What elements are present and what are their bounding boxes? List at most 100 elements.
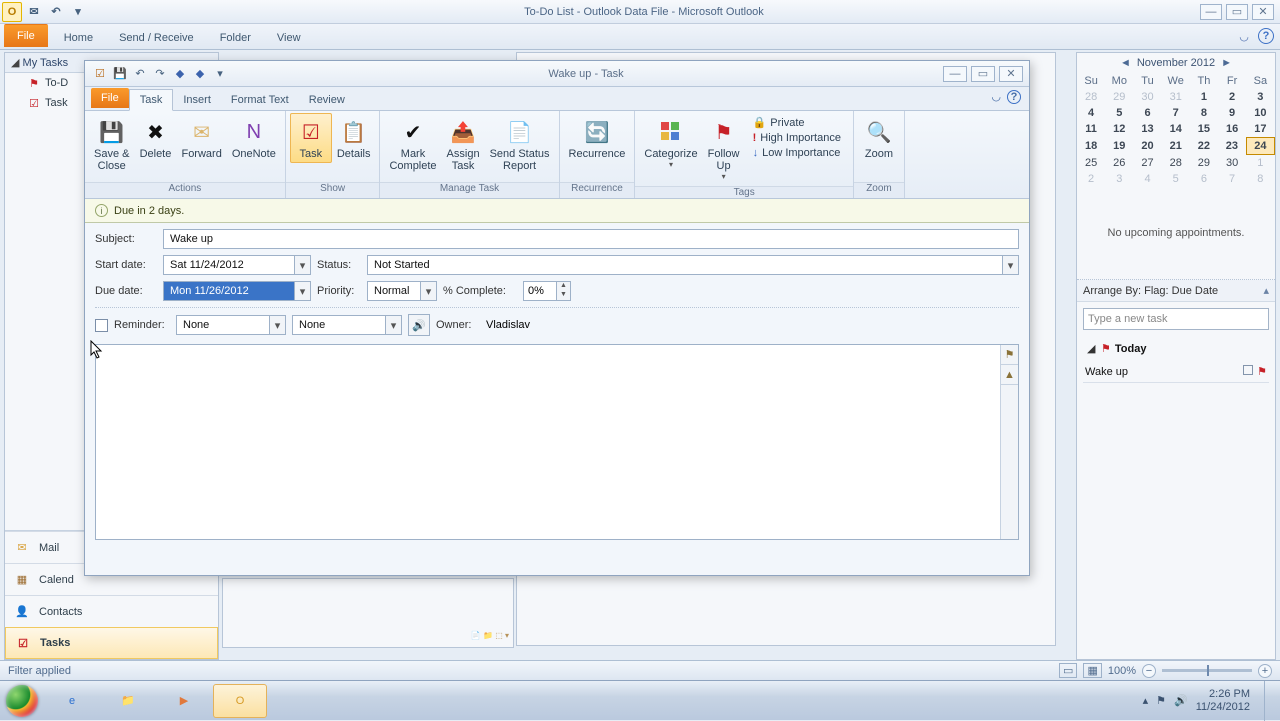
- qat-dropdown-icon[interactable]: ▾: [68, 2, 88, 22]
- prev-month-icon[interactable]: ◄: [1120, 57, 1131, 69]
- task-qat: ☑ 💾 ↶ ↷ ◆ ◆ ▾: [85, 65, 229, 83]
- pct-complete-spinner[interactable]: 0%▲▼: [523, 281, 571, 301]
- taskbar-ie[interactable]: e: [45, 684, 99, 718]
- delete-button[interactable]: ✖Delete: [134, 113, 176, 163]
- qat-dropdown-icon[interactable]: ▾: [211, 65, 229, 83]
- task-tab-file[interactable]: File: [91, 88, 129, 108]
- arrange-by[interactable]: Arrange By: Flag: Due Date ▴: [1077, 280, 1275, 302]
- save-icon[interactable]: 💾: [111, 65, 129, 83]
- status-report-icon: 📄: [504, 116, 536, 148]
- tab-send-receive[interactable]: Send / Receive: [106, 26, 207, 49]
- start-date-combo[interactable]: Sat 11/24/2012▾: [163, 255, 311, 275]
- help-icon[interactable]: ?: [1258, 28, 1274, 44]
- close-icon[interactable]: ✕: [1252, 4, 1274, 20]
- priority-combo[interactable]: Normal▾: [367, 281, 437, 301]
- calendar-month: November 2012: [1137, 57, 1215, 69]
- taskbar-explorer[interactable]: 📁: [101, 684, 155, 718]
- details-icon: 📋: [338, 116, 370, 148]
- filter-status: Filter applied: [8, 665, 71, 677]
- folder-tasks[interactable]: ☑Tasks: [5, 627, 218, 659]
- task-tab-insert[interactable]: Insert: [173, 90, 221, 110]
- collapse-icon: ▴: [1263, 284, 1269, 297]
- task-list-item[interactable]: Wake up ⚑: [1083, 361, 1269, 383]
- onenote-button[interactable]: NOneNote: [227, 113, 281, 163]
- maximize-icon[interactable]: ▭: [1226, 4, 1248, 20]
- show-desktop-button[interactable]: [1264, 681, 1274, 721]
- appointments-empty: No upcoming appointments.: [1077, 187, 1275, 280]
- ie-icon: e: [69, 695, 75, 707]
- task-body-editor[interactable]: ⚑ ▲: [95, 344, 1019, 540]
- folder-contacts[interactable]: 👤Contacts: [5, 595, 218, 627]
- outlook-icon[interactable]: O: [2, 2, 22, 22]
- due-date-combo[interactable]: Mon 11/26/2012▾: [163, 281, 311, 301]
- status-bar: Filter applied ▭ ▦ 100% − +: [0, 660, 1280, 680]
- mark-complete-button[interactable]: ✔Mark Complete: [384, 113, 441, 175]
- tray-expand-icon[interactable]: ▴: [1143, 694, 1149, 707]
- taskbar-outlook[interactable]: O: [213, 684, 267, 718]
- pane-toolbar: 📄 📁 ⬚ ▾: [223, 579, 513, 642]
- scroll-up-icon: ▲: [1001, 365, 1018, 385]
- redo-icon[interactable]: ↷: [151, 65, 169, 83]
- forward-button[interactable]: ✉Forward: [176, 113, 226, 163]
- undo-icon[interactable]: ↶: [131, 65, 149, 83]
- recurrence-icon: 🔄: [581, 116, 613, 148]
- minimize-icon[interactable]: —: [943, 66, 967, 82]
- save-close-button[interactable]: 💾Save & Close: [89, 113, 134, 175]
- reminder-checkbox[interactable]: [95, 319, 108, 332]
- view-reading-icon[interactable]: ▦: [1083, 663, 1101, 678]
- high-importance-button[interactable]: !High Importance: [749, 131, 845, 145]
- clock[interactable]: 2:26 PM11/24/2012: [1196, 688, 1250, 712]
- task-ribbon: 💾Save & Close ✖Delete ✉Forward NOneNote …: [85, 111, 1029, 199]
- new-task-input[interactable]: Type a new task: [1083, 308, 1269, 330]
- maximize-icon[interactable]: ▭: [971, 66, 995, 82]
- undo-icon[interactable]: ↶: [46, 2, 66, 22]
- prev-item-icon[interactable]: ◆: [171, 65, 189, 83]
- help-icon[interactable]: ?: [1007, 90, 1021, 104]
- zoom-slider[interactable]: [1162, 669, 1252, 672]
- reminder-sound-button[interactable]: 🔊: [408, 314, 430, 336]
- task-window-titlebar: ☑ 💾 ↶ ↷ ◆ ◆ ▾ Wake up - Task — ▭ ✕: [85, 61, 1029, 87]
- show-task-button[interactable]: ☑Task: [290, 113, 332, 163]
- zoom-value[interactable]: 100%: [1108, 665, 1136, 677]
- start-button[interactable]: [0, 681, 44, 721]
- follow-up-button[interactable]: ⚑Follow Up▾: [703, 113, 745, 184]
- close-icon[interactable]: ✕: [999, 66, 1023, 82]
- categorize-button[interactable]: Categorize▾: [639, 113, 702, 172]
- show-details-button[interactable]: 📋Details: [332, 113, 376, 163]
- task-tab-review[interactable]: Review: [299, 90, 355, 110]
- minimize-icon[interactable]: —: [1200, 4, 1222, 20]
- tab-file[interactable]: File: [4, 24, 48, 47]
- reminder-date-combo[interactable]: None▾: [176, 315, 286, 335]
- volume-icon[interactable]: 🔊: [1174, 694, 1188, 707]
- task-tab-task[interactable]: Task: [129, 89, 174, 111]
- send-receive-qat-icon[interactable]: ✉: [24, 2, 44, 22]
- tab-home[interactable]: Home: [51, 26, 106, 49]
- body-scrollbar[interactable]: ⚑ ▲: [1000, 345, 1018, 539]
- next-month-icon[interactable]: ►: [1221, 57, 1232, 69]
- windows-taskbar: e 📁 ▶ O ▴ ⚑ 🔊 2:26 PM11/24/2012: [0, 680, 1280, 720]
- action-center-icon[interactable]: ⚑: [1156, 694, 1166, 707]
- tab-folder[interactable]: Folder: [207, 26, 264, 49]
- zoom-button[interactable]: 🔍Zoom: [858, 113, 900, 163]
- taskbar-media[interactable]: ▶: [157, 684, 211, 718]
- next-item-icon[interactable]: ◆: [191, 65, 209, 83]
- zoom-in-button[interactable]: +: [1258, 664, 1272, 678]
- recurrence-button[interactable]: 🔄Recurrence: [564, 113, 631, 163]
- ribbon-minimize-icon[interactable]: ◡: [991, 90, 1001, 104]
- owner-label: Owner:: [436, 319, 480, 331]
- task-icon[interactable]: ☑: [91, 65, 109, 83]
- subject-input[interactable]: [163, 229, 1019, 249]
- send-status-button[interactable]: 📄Send Status Report: [485, 113, 555, 175]
- task-tab-format[interactable]: Format Text: [221, 90, 299, 110]
- view-normal-icon[interactable]: ▭: [1059, 663, 1077, 678]
- calendar-grid[interactable]: SuMoTuWeThFrSa28293031123456789101112131…: [1077, 73, 1275, 187]
- low-importance-button[interactable]: ↓Low Importance: [749, 146, 845, 160]
- ribbon-minimize-icon[interactable]: ◡: [1236, 28, 1252, 44]
- status-combo[interactable]: Not Started▾: [367, 255, 1019, 275]
- reminder-time-combo[interactable]: None▾: [292, 315, 402, 335]
- tab-view[interactable]: View: [264, 26, 314, 49]
- task-group-today[interactable]: ◢ ⚑ Today: [1083, 338, 1269, 359]
- zoom-out-button[interactable]: −: [1142, 664, 1156, 678]
- assign-task-button[interactable]: 📤Assign Task: [442, 113, 485, 175]
- private-button[interactable]: 🔒Private: [749, 115, 845, 130]
